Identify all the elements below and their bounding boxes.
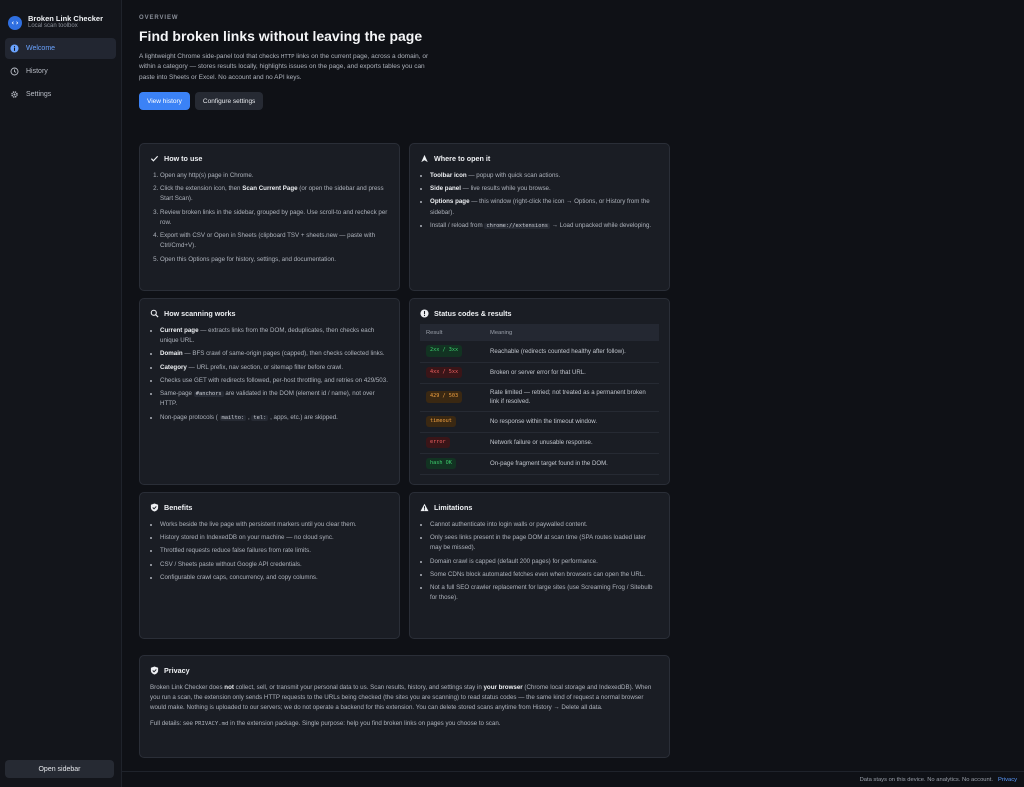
open-sidebar-button[interactable]: Open sidebar: [5, 760, 114, 778]
sidebar-item-history[interactable]: History: [5, 61, 116, 82]
list-item: Export with CSV or Open in Sheets (clipb…: [160, 231, 389, 251]
sidebar-item-settings[interactable]: Settings: [5, 84, 116, 105]
how-to-use-card: How to use Open any http(s) page in Chro…: [139, 143, 400, 291]
brand-title: Broken Link Checker: [28, 14, 104, 24]
list-item: Open this Options page for history, sett…: [160, 255, 389, 265]
brand-subtitle: Local scan toolbox: [28, 23, 78, 30]
sidebar: ‹› Broken Link Checker Local scan toolbo…: [0, 0, 122, 787]
list-item: Only sees links present in the page DOM …: [430, 533, 659, 553]
list-item: Side panel — live results while you brow…: [430, 184, 659, 194]
section-eyebrow: OVERVIEW: [139, 15, 179, 21]
privacy-card: Privacy Broken Link Checker does not col…: [139, 655, 670, 758]
benefits-card: Benefits Works beside the live page with…: [139, 492, 400, 639]
status-badge: 4xx / 5xx: [426, 366, 463, 379]
view-history-button[interactable]: View history: [139, 92, 190, 111]
card-title: How scanning works: [164, 309, 236, 318]
footer-bar: Data stays on this device. No analytics.…: [122, 771, 1024, 787]
brand-logo-icon: ‹›: [8, 15, 22, 30]
list-item: Configurable crawl caps, concurrency, an…: [160, 573, 389, 583]
list-item: Review broken links in the sidebar, grou…: [160, 208, 389, 228]
list-item: Checks use GET with redirects followed, …: [160, 376, 389, 386]
brand: ‹› Broken Link Checker Local scan toolbo…: [0, 0, 121, 34]
main-content: OVERVIEW Find broken links without leavi…: [122, 0, 1024, 787]
list-item: Works beside the live page with persiste…: [160, 520, 389, 530]
card-title: Benefits: [164, 503, 193, 512]
gear-icon: [10, 90, 19, 99]
page-title: Find broken links without leaving the pa…: [139, 28, 423, 44]
list-item: Throttled requests reduce false failures…: [160, 546, 389, 556]
where-to-open-card: Where to open it Toolbar icon — popup wi…: [409, 143, 670, 291]
privacy-details: Full details: see PRIVACY.md in the exte…: [150, 719, 501, 727]
list-item: Domain crawl is capped (default 200 page…: [430, 557, 659, 567]
list-item: Current page — extracts links from the D…: [160, 326, 389, 346]
status-badge: hash OK: [426, 457, 456, 470]
sidebar-item-label: History: [26, 68, 48, 75]
how-scanning-works-card: How scanning works Current page — extrac…: [139, 298, 400, 485]
list-item: Non-page protocols ( mailto: , tel: , ap…: [160, 413, 389, 423]
info-icon: [10, 44, 19, 53]
sidebar-item-label: Welcome: [26, 45, 56, 52]
list-item: Not a full SEO crawler replacement for l…: [430, 583, 659, 603]
list-item: Click the extension icon, then Scan Curr…: [160, 184, 389, 204]
scanning-list: Current page — extracts links from the D…: [150, 326, 389, 423]
card-title: Privacy: [164, 666, 190, 675]
where-list: Toolbar icon — popup with quick scan act…: [420, 171, 659, 231]
card-title: Status codes & results: [434, 309, 512, 318]
table-row: hash OK On-page fragment target found in …: [420, 453, 659, 475]
shield-check-icon: [150, 666, 159, 675]
intro-text: A lightweight Chrome side-panel tool tha…: [139, 53, 429, 81]
status-table: Result Meaning 2xx / 3xx Reachable (redir…: [420, 324, 659, 475]
privacy-text: Broken Link Checker does not collect, se…: [150, 684, 652, 711]
warning-triangle-icon: [420, 503, 429, 512]
action-bar: View history Configure settings: [139, 92, 669, 111]
list-item: Domain — BFS crawl of same-origin pages …: [160, 349, 389, 359]
table-row: 4xx / 5xx Broken or server error for that…: [420, 362, 659, 384]
list-item: Category — URL prefix, nav section, or s…: [160, 363, 389, 373]
status-badge: error: [426, 436, 450, 449]
list-item: Options page — this window (right-click …: [430, 197, 659, 217]
benefits-list: Works beside the live page with persiste…: [150, 520, 389, 583]
footer-text: Data stays on this device. No analytics.…: [859, 776, 993, 783]
configure-settings-button[interactable]: Configure settings: [194, 92, 264, 111]
list-item: Open any http(s) page in Chrome.: [160, 171, 389, 181]
status-badge: 2xx / 3xx: [426, 345, 463, 358]
status-badge: 429 / 503: [426, 391, 463, 403]
sidebar-item-label: Settings: [26, 91, 52, 98]
table-header-row: Result Meaning: [420, 324, 659, 341]
list-item: Same-page #anchors are validated in the …: [160, 389, 389, 409]
card-title: How to use: [164, 154, 203, 163]
status-codes-card: Status codes & results Result Meaning 2x…: [409, 298, 670, 485]
navigation-arrow-icon: [420, 154, 429, 163]
list-item: Cannot authenticate into login walls or …: [430, 520, 659, 530]
privacy-link[interactable]: Privacy: [998, 777, 1017, 783]
sidebar-nav: Welcome History Settings: [0, 38, 121, 105]
column-header-meaning: Meaning: [484, 324, 659, 341]
sidebar-item-welcome[interactable]: Welcome: [5, 38, 116, 59]
app-window: ‹› Broken Link Checker Local scan toolbo…: [0, 0, 1024, 787]
list-item: Install / reload from chrome://extension…: [430, 221, 659, 231]
list-item: CSV / Sheets paste without Google API cr…: [160, 560, 389, 570]
shield-check-icon: [150, 503, 159, 512]
scan-icon: [150, 309, 159, 318]
card-title: Limitations: [434, 503, 473, 512]
how-to-steps: Open any http(s) page in Chrome. Click t…: [150, 171, 389, 265]
card-title: Where to open it: [434, 154, 491, 163]
list-item: History stored in IndexedDB on your mach…: [160, 533, 389, 543]
alert-circle-icon: [420, 309, 429, 318]
check-icon: [150, 154, 159, 163]
limitations-card: Limitations Cannot authenticate into log…: [409, 492, 670, 639]
table-row: error Network failure or unusable respons…: [420, 432, 659, 454]
list-item: Toolbar icon — popup with quick scan act…: [430, 171, 659, 181]
limitations-list: Cannot authenticate into login walls or …: [420, 520, 659, 604]
status-badge: timeout: [426, 415, 456, 428]
list-item: Some CDNs block automated fetches even w…: [430, 570, 659, 580]
table-row: 2xx / 3xx Reachable (redirects counted he…: [420, 341, 659, 363]
table-row: timeout No response within the timeout wi…: [420, 411, 659, 433]
history-icon: [10, 67, 19, 76]
table-row: 429 / 503 Rate limited — retried; not tre…: [420, 383, 659, 412]
column-header-result: Result: [420, 324, 484, 341]
